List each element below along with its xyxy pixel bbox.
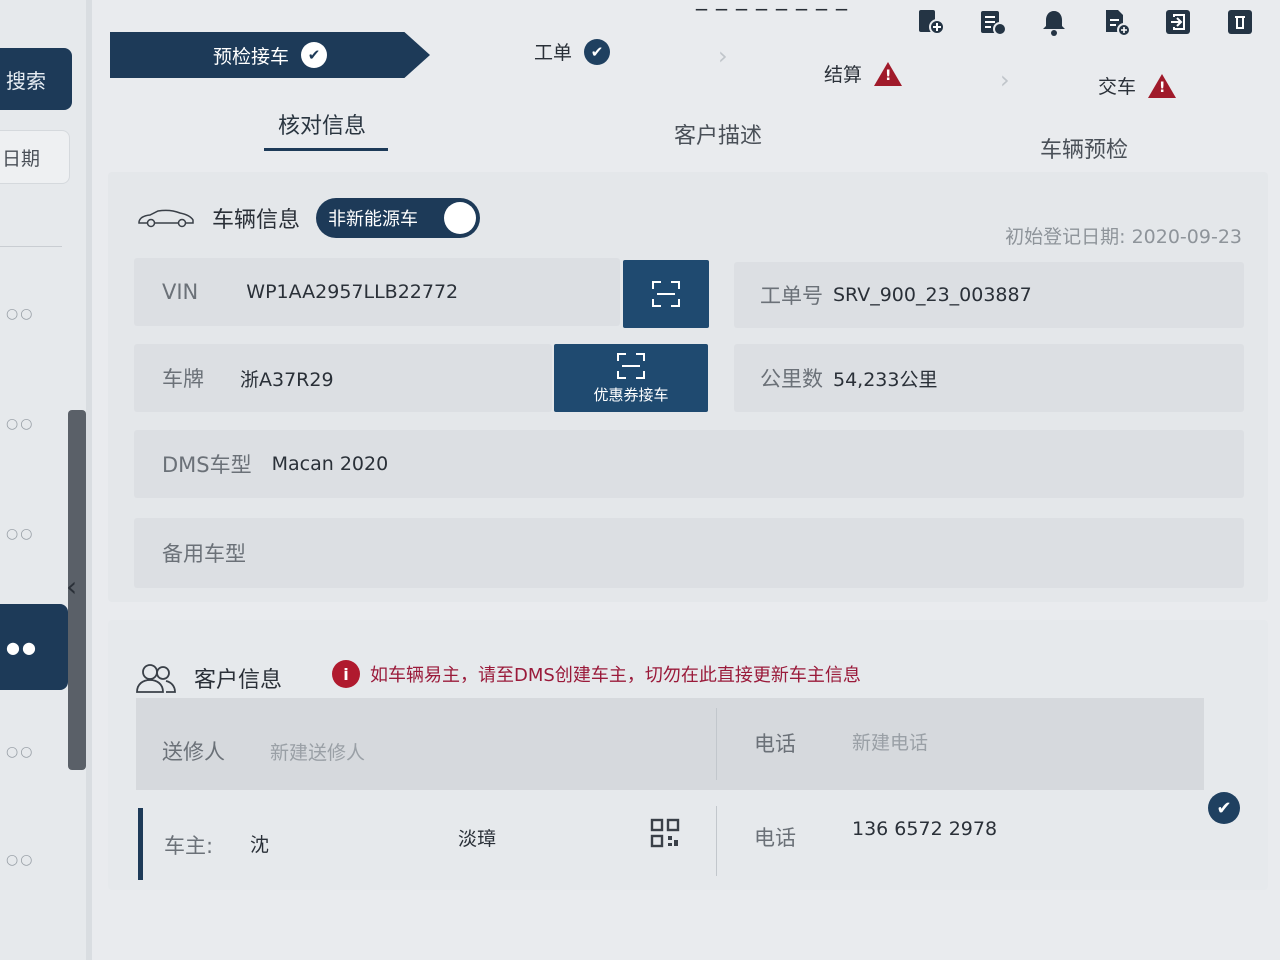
plate-label: 车牌 — [162, 367, 204, 391]
step-separator: › — [1000, 66, 1010, 94]
step-label: 交车 — [1098, 76, 1137, 98]
row-divider — [716, 708, 717, 780]
qr-code-icon[interactable] — [650, 818, 680, 848]
step-delivery[interactable]: 交车 — [1098, 72, 1177, 99]
tab-vehicle-precheck[interactable]: 车辆预检 — [1040, 132, 1128, 164]
backup-model-label: 备用车型 — [162, 542, 246, 566]
list-item-dots[interactable]: ○○ — [6, 744, 54, 760]
warning-icon — [874, 61, 903, 86]
car-icon — [138, 209, 194, 228]
order-value: SRV_900_23_003887 — [833, 284, 1032, 306]
warning-icon — [1148, 73, 1177, 98]
register-date: 初始登记日期: 2020-09-23 — [1005, 222, 1242, 249]
scan-vin-button[interactable] — [623, 260, 709, 328]
step-precheck[interactable]: 预检接车 ✔ — [110, 32, 430, 78]
step-label: 工单 — [534, 42, 573, 64]
coupon-checkin-label: 优惠券接车 — [593, 385, 669, 404]
scan-icon — [652, 281, 680, 307]
customer-section-title: 客户信息 — [194, 668, 283, 693]
date-filter[interactable]: 日期 — [0, 130, 70, 184]
backup-model-field[interactable]: 备用车型 — [134, 518, 1244, 588]
order-label: 工单号 — [760, 284, 823, 308]
vin-field: VIN WP1AA2957LLB22772 — [134, 258, 620, 326]
dms-model-field: DMS车型 Macan 2020 — [134, 430, 1244, 498]
tab-customer-description[interactable]: 客户描述 — [674, 118, 762, 150]
sender-row: 送修人 新建送修人 电话 新建电话 — [136, 698, 1204, 790]
owner-given-name: 淡璋 — [458, 828, 497, 850]
plate-value[interactable]: 浙A37R29 — [240, 365, 334, 392]
step-separator: › — [718, 42, 728, 70]
sender-input[interactable]: 新建送修人 — [270, 738, 365, 765]
plate-field: 车牌 浙A37R29 — [134, 344, 552, 412]
list-item-active[interactable]: ●● — [0, 604, 68, 690]
mileage-value: 54,233公里 — [833, 368, 938, 391]
info-icon: i — [332, 660, 360, 688]
sub-tabs: 核对信息 客户描述 车辆预检 — [120, 100, 1260, 163]
toggle-label: 非新能源车 — [328, 209, 419, 230]
step-settlement[interactable]: 结算 — [824, 60, 903, 87]
rail-divider — [0, 246, 62, 247]
owner-selected-bar — [138, 808, 143, 880]
owner-confirm-check-icon[interactable]: ✔ — [1208, 792, 1240, 824]
owner-phone-value: 136 6572 2978 — [852, 818, 998, 840]
vehicle-section-title: 车辆信息 — [212, 208, 301, 233]
owner-phone-label: 电话 — [754, 826, 796, 850]
step-label: 结算 — [824, 64, 863, 86]
toggle-knob — [444, 202, 477, 234]
register-date-value: 2020-09-23 — [1131, 226, 1242, 248]
vin-value[interactable]: WP1AA2957LLB22772 — [246, 281, 458, 303]
check-icon: ✔ — [301, 42, 327, 68]
register-date-label: 初始登记日期: — [1005, 226, 1126, 248]
row-divider — [716, 806, 717, 876]
vin-label: VIN — [162, 280, 199, 304]
users-icon — [136, 664, 176, 693]
vehicle-info-card: 车辆信息 非新能源车 初始登记日期: 2020-09-23 VIN WP1AA2… — [108, 172, 1268, 602]
owner-surname: 沈 — [250, 834, 270, 856]
phone-input[interactable]: 新建电话 — [852, 728, 928, 755]
list-item-dots[interactable]: ○○ — [6, 526, 54, 542]
notice-text: 如车辆易主，请至DMS创建车主，切勿在此直接更新车主信息 — [370, 665, 861, 686]
step-workorder[interactable]: 工单 ✔ — [534, 38, 611, 65]
vehicle-section-header: 车辆信息 非新能源车 — [136, 198, 481, 238]
mileage-field: 公里数 54,233公里 — [734, 344, 1244, 412]
owner-row[interactable]: 车主: 沈 淡璋 电话 136 6572 2978 — [144, 806, 1204, 882]
step-label: 预检接车 — [212, 45, 289, 68]
active-dots: ●● — [6, 637, 38, 657]
mileage-label: 公里数 — [760, 367, 823, 391]
coupon-checkin-button[interactable]: 优惠券接车 — [554, 344, 708, 412]
owner-change-notice: i 如车辆易主，请至DMS创建车主，切勿在此直接更新车主信息 — [332, 660, 861, 688]
scan-icon — [617, 352, 645, 379]
phone-label: 电话 — [754, 732, 796, 756]
energy-type-toggle[interactable]: 非新能源车 — [316, 198, 481, 238]
owner-label: 车主: — [164, 834, 214, 858]
customer-info-card: 客户信息 i 如车辆易主，请至DMS创建车主，切勿在此直接更新车主信息 送修人 … — [108, 620, 1268, 890]
sender-label: 送修人 — [162, 740, 225, 764]
dms-model-value: Macan 2020 — [271, 453, 389, 475]
dms-model-label: DMS车型 — [162, 453, 252, 477]
tab-verify-info[interactable]: 核对信息 — [278, 108, 366, 140]
check-icon: ✔ — [584, 38, 611, 65]
list-item-dots[interactable]: ○○ — [6, 306, 54, 322]
active-tab-underline — [264, 148, 388, 151]
list-item-dots[interactable]: ○○ — [6, 416, 54, 432]
order-field: 工单号 SRV_900_23_003887 — [734, 262, 1244, 328]
order-number-fragment: _ _ _ _ _ _ _ _ — [696, 0, 848, 11]
progress-steps: 预检接车 ✔ 工单 ✔ › 结算 › 交车 — [110, 32, 1260, 98]
customer-section-header: 客户信息 — [134, 662, 282, 694]
chevron-left-icon[interactable]: ‹ — [66, 570, 77, 603]
list-item-dots[interactable]: ○○ — [6, 852, 54, 868]
search-button[interactable]: 搜索 — [0, 48, 72, 110]
